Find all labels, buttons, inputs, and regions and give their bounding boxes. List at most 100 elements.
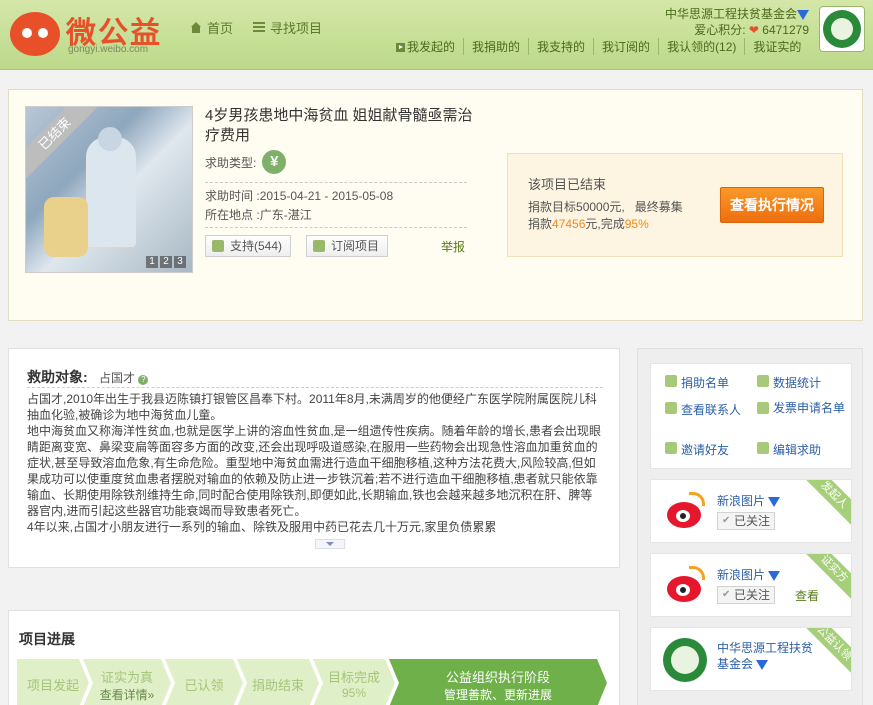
question-icon[interactable]: ?	[138, 375, 149, 385]
status-title: 该项目已结束	[528, 177, 607, 192]
step-label: 目标完成	[327, 670, 380, 685]
verified-v-icon	[797, 9, 809, 20]
nav-home-label: 首页	[207, 21, 234, 36]
contact-icon	[665, 402, 677, 414]
percent-complete: 95%	[624, 217, 649, 231]
weibo-gongyi-logo[interactable]: 微公益 gongyi.weibo.com	[10, 6, 180, 58]
help-location-label: 所在地点	[205, 208, 254, 222]
nav-find-projects[interactable]: 寻找项目	[253, 18, 322, 37]
people-icon	[665, 375, 677, 387]
points-value: 6471279	[762, 23, 809, 37]
action-label: 查看联系人	[681, 403, 742, 417]
step-verified: 证实为真 查看详情»	[83, 659, 171, 705]
step-percent: 95%	[341, 686, 367, 700]
subnav-claimed[interactable]: 我认领的(12)	[659, 38, 746, 55]
step-label: 项目发起	[26, 678, 79, 693]
goal-prefix: 捐款目标	[528, 200, 577, 214]
raised-unit: 元,完成	[585, 217, 625, 231]
initiator-name[interactable]: 新浪图片	[717, 492, 781, 509]
verified-v-icon	[768, 570, 781, 581]
action-label: 编辑求助	[773, 443, 822, 457]
edit-request-link[interactable]: 编辑求助	[757, 441, 821, 458]
subnav-initiated-label: 我发起的	[407, 40, 456, 54]
followed-button[interactable]: 已关注	[717, 512, 775, 530]
heart-icon: ❤	[748, 23, 759, 37]
report-link[interactable]: 举报	[441, 238, 465, 255]
support-label: 支持(544)	[230, 239, 283, 253]
view-link[interactable]: 查看	[795, 587, 819, 604]
subscribe-label: 订阅项目	[331, 239, 380, 253]
action-label: 邀请好友	[681, 443, 730, 457]
initiator-card: 新浪图片 已关注 发起人	[650, 479, 852, 543]
data-stats-link[interactable]: 数据统计	[757, 374, 821, 391]
thumbs-up-icon	[212, 240, 224, 252]
subnav-donated[interactable]: 我捐助的	[464, 38, 530, 55]
contact-link[interactable]: 查看联系人	[665, 401, 741, 418]
expand-chevron-icon[interactable]	[315, 539, 345, 549]
view-details-link[interactable]: 查看详情»	[83, 686, 171, 703]
user-name-link[interactable]: 中华思源工程扶贫基金会	[665, 7, 797, 21]
followed-button[interactable]: 已关注	[717, 586, 775, 604]
points-label: 爱心积分:	[694, 23, 746, 37]
photo-page-1[interactable]: 1	[146, 256, 158, 268]
view-execution-button[interactable]: 查看执行情况	[720, 187, 824, 223]
step-donation-ended: 捐助结束	[237, 659, 319, 705]
help-location-value: :广东-湛江	[256, 208, 312, 222]
nav-find-label: 寻找项目	[270, 21, 323, 36]
help-time-value: :2015-04-21 - 2015-05-08	[256, 189, 394, 203]
top-nav: 首页 寻找项目	[190, 18, 322, 37]
photo-page-3[interactable]: 3	[174, 256, 186, 268]
goal-unit: 元,	[609, 200, 625, 214]
help-time-label: 求助时间	[205, 189, 254, 203]
step-label: 公益组织执行阶段	[445, 670, 550, 685]
logo-subtext: gongyi.weibo.com	[68, 44, 149, 55]
recipient-name-text: 占国才	[99, 371, 136, 385]
project-photo[interactable]: 已结束 1 2 3	[25, 106, 193, 273]
edit-icon	[757, 442, 769, 454]
donor-list-link[interactable]: 捐助名单	[665, 374, 729, 391]
goal-value: 50000	[576, 200, 610, 214]
paragraph: 地中海贫血又称海洋性贫血,也就是医学上讲的溶血性贫血,是一组遗传性疾病。随着年龄…	[27, 424, 602, 518]
recipient-name: 占国才 ?	[99, 369, 149, 386]
paragraph: 占国才,2010年出生于我县迈陈镇打银管区昌奉下村。2011年8月,未满周岁的他…	[27, 392, 597, 422]
invite-friends-link[interactable]: 邀请好友	[665, 441, 729, 458]
progress-steps: 项目发起 证实为真 查看详情» 已认领 捐助结束 目标完成 95% 公益组织执行阶段…	[17, 659, 601, 705]
home-icon	[190, 21, 202, 34]
action-label: 数据统计	[773, 376, 822, 390]
verifier-name[interactable]: 新浪图片	[717, 566, 781, 583]
step-label: 捐助结束	[251, 678, 304, 693]
subnav-initiated[interactable]: 我发起的	[388, 38, 465, 55]
list-icon	[253, 22, 266, 33]
photo-pager: 1 2 3	[146, 256, 186, 268]
user-avatar[interactable]	[819, 6, 865, 52]
claimer-name[interactable]: 中华思源工程扶贫基金会	[717, 640, 813, 672]
rss-icon	[313, 240, 325, 252]
photo-page-2[interactable]: 2	[160, 256, 172, 268]
card-name: 新浪图片	[717, 494, 766, 508]
divider	[205, 182, 467, 183]
foundation-emblem-icon	[823, 10, 861, 48]
foundation-emblem-icon[interactable]	[663, 638, 707, 682]
subscribe-button[interactable]: 订阅项目	[306, 235, 389, 257]
invoice-list-link[interactable]: 发票申请名单	[757, 401, 847, 416]
user-info: 中华思源工程扶贫基金会 爱心积分: ❤ 6471279	[665, 6, 809, 38]
weibo-avatar[interactable]	[663, 566, 707, 606]
progress-panel: 项目进展 项目发起 证实为真 查看详情» 已认领 捐助结束 目标完成 95% 公益组…	[8, 610, 620, 705]
verifier-card: 新浪图片 已关注 查看 证实方	[650, 553, 852, 617]
divider	[205, 227, 467, 228]
nav-home[interactable]: 首页	[190, 18, 233, 37]
verified-v-icon	[768, 496, 781, 507]
verified-v-icon	[756, 659, 769, 670]
project-card: 已结束 1 2 3 4岁男孩患地中海贫血 姐姐献骨髓亟需治疗费用 求助类型: ¥…	[8, 89, 863, 321]
weibo-avatar[interactable]	[663, 492, 707, 532]
subnav-subscribed[interactable]: 我订阅的	[594, 38, 660, 55]
help-time: 求助时间 :2015-04-21 - 2015-05-08	[205, 187, 393, 204]
claimer-card: 中华思源工程扶贫基金会 公益认领	[650, 627, 852, 691]
subnav-verified[interactable]: 我证实的	[745, 38, 809, 55]
recipient-heading: 救助对象:	[27, 369, 88, 385]
subnav-supported[interactable]: 我支持的	[529, 38, 595, 55]
progress-heading: 项目进展	[19, 631, 75, 647]
description-panel: 救助对象: 占国才 ? 占国才,2010年出生于我县迈陈镇打银管区昌奉下村。20…	[8, 348, 620, 568]
support-button[interactable]: 支持(544)	[205, 235, 292, 257]
action-label: 发票申请名单	[773, 401, 846, 415]
